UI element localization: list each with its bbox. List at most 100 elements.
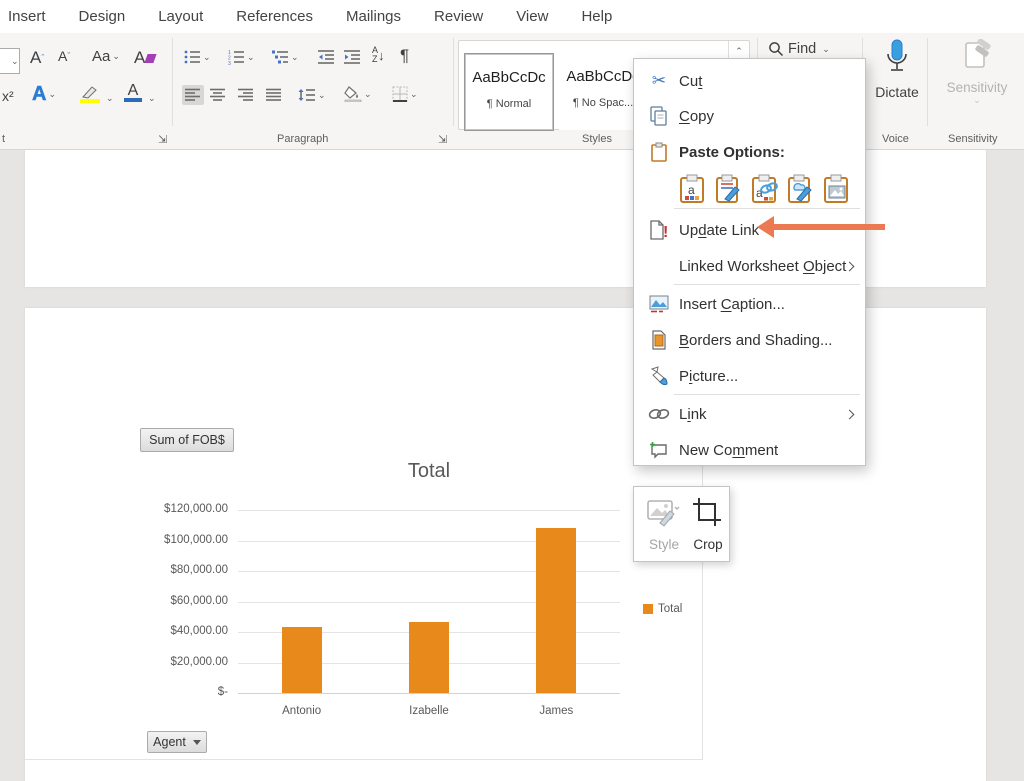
borders-button[interactable]: ⌄ [392, 86, 418, 102]
scissors-icon: ✂ [648, 70, 670, 92]
multilevel-list-icon [272, 49, 289, 65]
y-axis-tick-label: $120,000.00 [148, 503, 228, 515]
caption-picture-icon [648, 293, 670, 315]
paste-link-keep-source-icon[interactable]: a [751, 173, 779, 208]
highlighter-icon [80, 85, 100, 99]
chart-legend: Total [643, 603, 682, 615]
menu-item-copy[interactable]: Copy [634, 102, 865, 130]
borders-grid-icon [392, 86, 408, 102]
clear-formatting-button[interactable]: A [134, 48, 155, 68]
chart-gridline [238, 510, 620, 511]
crop-button[interactable] [692, 497, 722, 534]
sensitivity-button[interactable]: Sensitivity ⌄ [942, 39, 1012, 106]
font-color-dropdown[interactable]: ⌄ [148, 93, 156, 104]
chart-bar-izabelle [409, 622, 449, 693]
gallery-scroll-up-icon[interactable]: ⌃ [735, 46, 743, 56]
menu-item-borders-and-shading[interactable]: Borders and Shading... [634, 326, 865, 354]
increase-indent-button[interactable] [344, 49, 361, 65]
image-mini-toolbar: Style Crop [633, 486, 730, 562]
font-group-label: t [2, 133, 5, 145]
update-link-icon: ! [648, 219, 670, 241]
y-axis-tick-label: $- [148, 686, 228, 698]
highlight-color-bar [80, 99, 100, 103]
tab-view[interactable]: View [516, 8, 548, 25]
eraser-icon [145, 54, 157, 63]
style-button[interactable] [646, 497, 680, 534]
menu-item-insert-caption[interactable]: Insert Caption... [634, 290, 865, 318]
superscript-button[interactable]: x² [2, 88, 14, 104]
menu-item-paste-options: Paste Options: [634, 138, 865, 166]
dropdown-arrow-icon [193, 740, 201, 745]
show-formatting-button[interactable]: ¶ [400, 46, 409, 66]
align-right-button[interactable] [238, 88, 254, 102]
picture-style-icon [646, 497, 680, 529]
menu-item-new-comment[interactable]: New Comment [634, 436, 865, 464]
ribbon-tab-bar: Insert Design Layout References Mailings… [0, 0, 1024, 33]
tab-help[interactable]: Help [581, 8, 612, 25]
justify-icon [266, 88, 282, 102]
x-axis-category-label: Izabelle [384, 705, 474, 717]
shading-button[interactable]: ⌄ [344, 86, 372, 102]
value-field-button[interactable]: Sum of FOB$ [140, 428, 234, 452]
chart-title: Total [238, 460, 620, 483]
decrease-indent-button[interactable] [318, 49, 335, 65]
legend-swatch [643, 604, 653, 614]
x-axis-category-label: James [511, 705, 601, 717]
text-effects-button[interactable]: A⌄ [32, 83, 56, 106]
justify-button[interactable] [266, 88, 282, 102]
menu-item-cut[interactable]: ✂ Cut [634, 67, 865, 95]
y-axis-tick-label: $60,000.00 [148, 595, 228, 607]
paste-picture-icon[interactable] [823, 173, 851, 208]
font-size-combo[interactable]: ⌄ [0, 48, 20, 74]
pivot-chart-image[interactable]: Sum of FOB$ Total Total Agent $120,000.0… [25, 420, 703, 760]
y-axis-tick-label: $20,000.00 [148, 656, 228, 668]
menu-item-link[interactable]: Link [634, 400, 865, 428]
new-comment-icon [648, 439, 670, 461]
chart-bar-antonio [282, 627, 322, 693]
menu-item-picture[interactable]: Picture... [634, 362, 865, 390]
grow-font-button[interactable]: Aˆ [30, 48, 44, 68]
paste-link-use-dest-icon[interactable] [787, 173, 815, 208]
align-left-button[interactable] [182, 85, 204, 105]
align-center-button[interactable] [210, 88, 226, 102]
axis-field-button[interactable]: Agent [147, 731, 207, 753]
dictate-button[interactable]: Dictate [870, 39, 924, 100]
y-axis-tick-label: $80,000.00 [148, 564, 228, 576]
style-card-normal[interactable]: AaBbCcDc ¶ Normal [465, 54, 553, 130]
menu-item-linked-worksheet-object[interactable]: Linked Worksheet Object [634, 252, 865, 280]
tab-review[interactable]: Review [434, 8, 483, 25]
text-highlight-button[interactable] [80, 85, 100, 103]
svg-text:!: ! [663, 224, 668, 240]
tab-layout[interactable]: Layout [158, 8, 203, 25]
shrink-font-button[interactable]: Aˇ [58, 48, 70, 64]
borders-shading-icon [648, 329, 670, 351]
multilevel-list-button[interactable]: ⌄ [272, 49, 299, 65]
tab-design[interactable]: Design [79, 8, 126, 25]
numbering-button[interactable]: 123⌄ [228, 49, 255, 65]
sensitivity-icon [960, 39, 994, 75]
find-button[interactable]: Find ⌄ [768, 41, 830, 57]
tab-references[interactable]: References [236, 8, 313, 25]
paragraph-dialog-launcher[interactable]: ⇲ [438, 133, 447, 146]
font-dialog-launcher[interactable]: ⇲ [158, 133, 167, 146]
paste-merge-formatting-icon[interactable] [715, 173, 743, 208]
y-axis-tick-label: $100,000.00 [148, 534, 228, 546]
font-color-button[interactable]: A [124, 83, 142, 102]
crop-icon [692, 497, 722, 529]
paste-options-row: a a [634, 172, 865, 208]
sort-button[interactable]: AZ ↓ [372, 46, 385, 64]
line-spacing-button[interactable]: ⌄ [298, 88, 326, 102]
align-left-icon [185, 88, 201, 102]
clipboard-icon [648, 141, 670, 163]
line-spacing-icon [298, 88, 316, 102]
tab-insert[interactable]: Insert [8, 8, 46, 25]
numbered-list-icon: 123 [228, 49, 245, 65]
submenu-arrow-icon [845, 409, 855, 419]
y-axis-tick-label: $40,000.00 [148, 625, 228, 637]
tab-mailings[interactable]: Mailings [346, 8, 401, 25]
text-highlight-dropdown[interactable]: ⌄ [106, 93, 114, 104]
change-case-button[interactable]: Aa⌄ [92, 48, 120, 65]
font-color-bar [124, 98, 142, 102]
paste-keep-source-icon[interactable]: a [679, 173, 707, 208]
bullets-button[interactable]: ⌄ [184, 49, 211, 65]
